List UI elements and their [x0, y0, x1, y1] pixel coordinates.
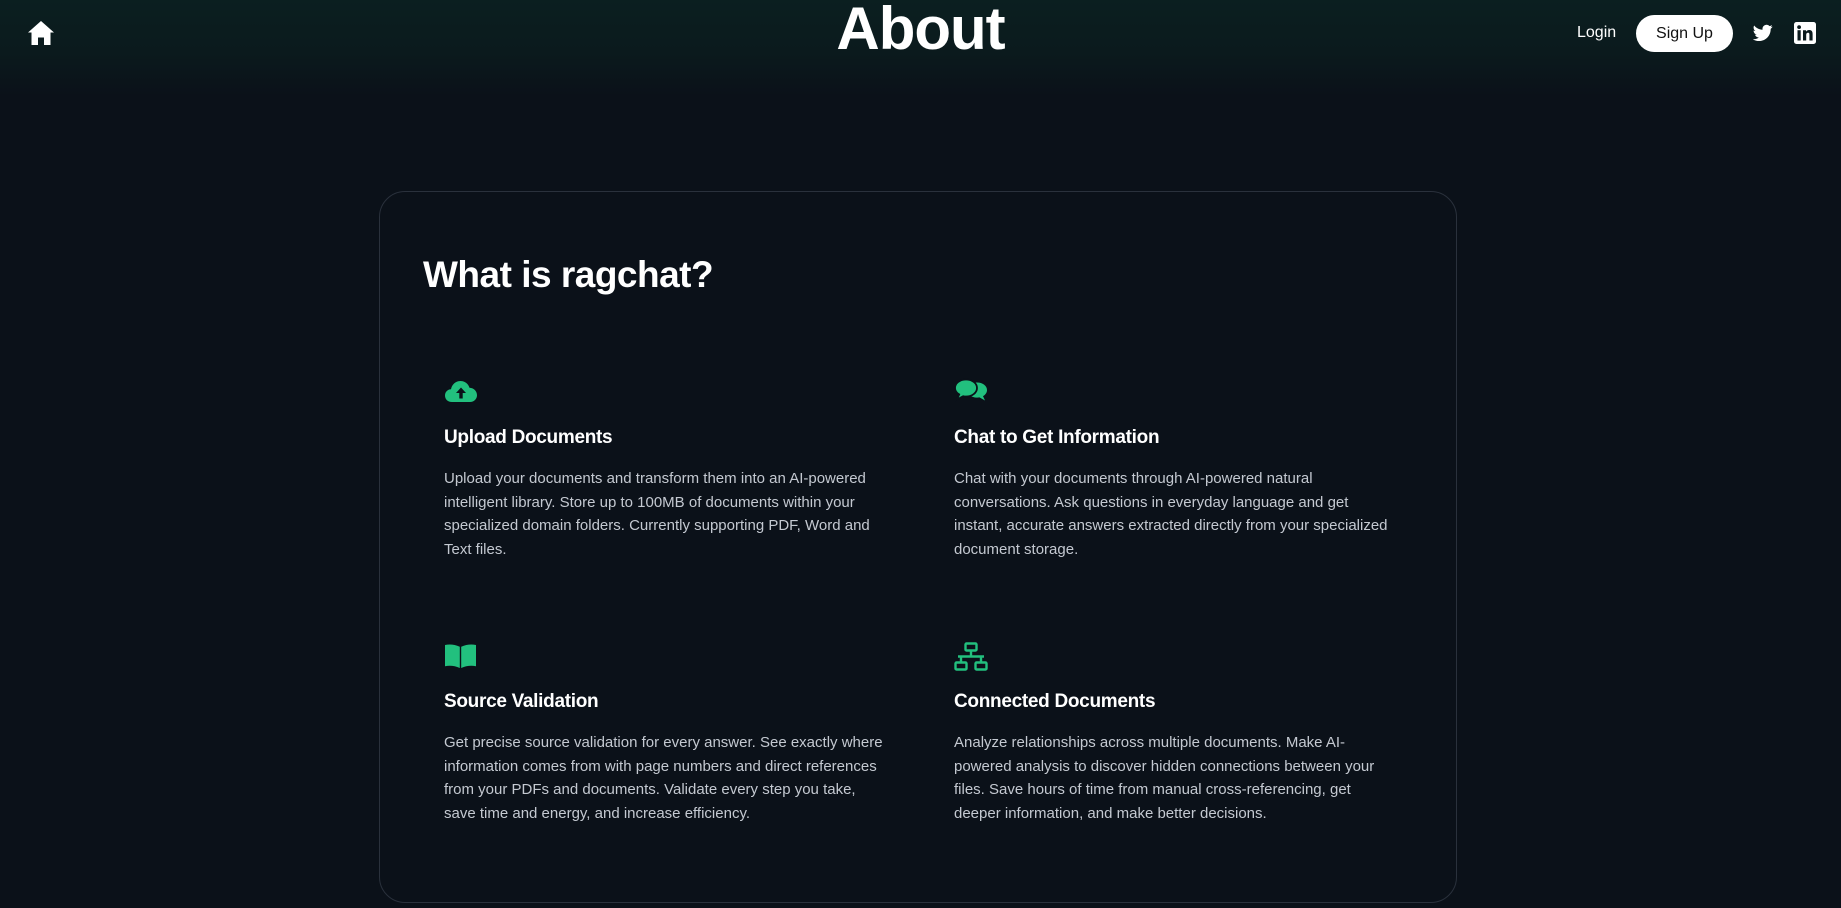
feature-description: Upload your documents and transform them…: [444, 470, 870, 558]
page-title: About: [836, 0, 1005, 62]
cloud-upload-icon: [444, 378, 478, 408]
open-book-icon: [444, 642, 478, 672]
feature-title: Chat to Get Information: [954, 427, 1160, 448]
feature-title: Source Validation: [444, 691, 599, 712]
about-card: What is ragchat? Upload Documents Upload…: [379, 191, 1457, 903]
linkedin-icon[interactable]: [1794, 22, 1816, 44]
section-title: What is ragchat?: [423, 254, 714, 295]
feature-description: Get precise source validation for every …: [444, 734, 883, 822]
top-navigation-bar: About Login Sign Up: [0, 0, 1841, 96]
signup-button[interactable]: Sign Up: [1636, 15, 1733, 52]
feature-title: Connected Documents: [954, 691, 1156, 712]
feature-description: Analyze relationships across multiple do…: [954, 734, 1375, 822]
chat-bubbles-icon: [954, 378, 988, 408]
feature-title: Upload Documents: [444, 427, 613, 448]
network-icon: [954, 642, 988, 672]
feature-description: Chat with your documents through AI-powe…: [954, 470, 1388, 558]
twitter-icon[interactable]: [1752, 24, 1773, 42]
login-link[interactable]: Login: [1577, 24, 1616, 42]
